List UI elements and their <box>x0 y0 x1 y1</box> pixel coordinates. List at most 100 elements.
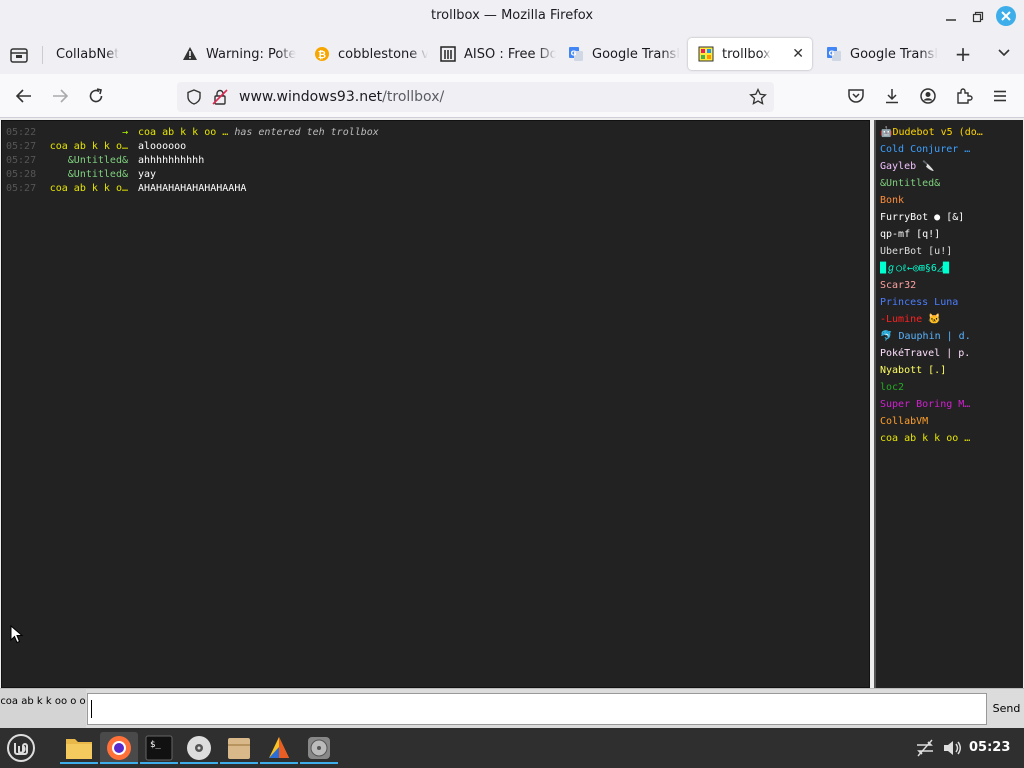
extensions-icon[interactable] <box>952 84 976 108</box>
back-icon[interactable] <box>12 84 36 108</box>
chat-log[interactable]: 05:22 → coa ab k k oo … has entered teh … <box>1 120 870 688</box>
svg-text:G: G <box>571 50 577 58</box>
running-indicator <box>300 762 338 764</box>
user-list-item[interactable]: Scar32 <box>880 278 1020 294</box>
message-text: aloooooo <box>138 141 187 152</box>
files-folder-icon[interactable] <box>60 732 98 764</box>
forward-icon[interactable] <box>48 84 72 108</box>
send-button[interactable]: Send <box>989 693 1024 725</box>
network-icon[interactable] <box>912 732 938 764</box>
close-tab-icon[interactable]: ✕ <box>792 46 804 62</box>
user-list-item[interactable]: █ℊ○ℓ←◎⊞§6◿█ <box>880 261 1020 277</box>
tab-label: Google Transl <box>850 46 938 62</box>
window-titlebar: trollbox — Mozilla Firefox <box>0 0 1024 34</box>
taskbar: $_ 05:23 <box>0 728 1024 768</box>
tab-cobblestone[interactable]: ₿ cobblestone v <box>304 38 428 70</box>
message-nick[interactable]: &Untitled& <box>46 154 128 168</box>
tab-separator <box>42 46 43 64</box>
volume-icon[interactable] <box>940 732 964 764</box>
tab-label: trollbox <box>722 46 771 62</box>
message-nick[interactable]: coa ab k k o… <box>46 140 128 154</box>
archive-manager-icon[interactable] <box>220 732 258 764</box>
menu-icon[interactable] <box>988 84 1012 108</box>
url-path: /trollbox/ <box>382 89 445 105</box>
archive-icon <box>440 46 456 62</box>
clock[interactable]: 05:23 <box>969 740 1010 755</box>
tab-google-translate[interactable]: G Google Transl <box>558 38 682 70</box>
message-time: 05:27 <box>6 155 37 166</box>
firefox-icon[interactable] <box>100 732 138 764</box>
user-list-item[interactable]: Cold Conjurer … <box>880 142 1020 158</box>
mint-menu-icon[interactable] <box>5 732 37 764</box>
disk-utility-icon[interactable] <box>300 732 338 764</box>
tab-google-translate-2[interactable]: G Google Transl <box>816 38 940 70</box>
google-translate-icon: G <box>826 46 842 62</box>
running-indicator <box>140 762 178 764</box>
message-nick[interactable]: &Untitled& <box>46 168 128 182</box>
minimize-icon[interactable] <box>940 6 962 28</box>
message-nick: → <box>121 127 128 138</box>
running-indicator <box>100 762 138 764</box>
user-list-item[interactable]: Super Boring M… <box>880 397 1020 413</box>
user-list-item[interactable]: Gayleb 🔪 <box>880 159 1020 175</box>
running-indicator <box>60 762 98 764</box>
user-list: 🤖Dudebot v5 (do… Cold Conjurer … Gayleb … <box>874 120 1023 688</box>
tab-strip: CollabNet Warning: Pote ₿ cobblestone v … <box>0 34 1024 74</box>
restore-icon[interactable] <box>967 6 989 28</box>
page-content: 05:22 → coa ab k k oo … has entered teh … <box>0 118 1024 729</box>
self-nickname-button[interactable]: coa ab k k oo o o <box>0 689 86 729</box>
terminal-icon[interactable]: $_ <box>140 732 178 764</box>
google-translate-icon: G <box>568 46 584 62</box>
new-tab-icon[interactable]: + <box>952 44 974 66</box>
account-icon[interactable] <box>916 84 940 108</box>
message-nick[interactable]: coa ab k k o… <box>46 182 128 196</box>
user-list-item[interactable]: &Untitled& <box>880 176 1020 192</box>
url-text: www.windows93.net/trollbox/ <box>239 89 444 105</box>
user-list-item[interactable]: UberBot [u!] <box>880 244 1020 260</box>
user-list-item[interactable]: CollabVM <box>880 414 1020 430</box>
trollbox-icon <box>698 46 714 62</box>
running-indicator <box>220 762 258 764</box>
tab-aiso[interactable]: AISO : Free Do <box>430 38 556 70</box>
svg-text:₿: ₿ <box>318 49 326 61</box>
user-list-item[interactable]: 🤖Dudebot v5 (do… <box>880 125 1020 141</box>
bitcoin-icon: ₿ <box>314 46 330 62</box>
svg-text:G: G <box>829 50 835 58</box>
message-time: 05:27 <box>6 141 37 152</box>
user-list-item[interactable]: Princess Luna <box>880 295 1020 311</box>
tab-collabnet[interactable]: CollabNet <box>46 38 166 70</box>
user-list-item[interactable]: qp-mf [q!] <box>880 227 1020 243</box>
media-disc-icon[interactable] <box>180 732 218 764</box>
message-text: coa ab k k oo … has entered teh trollbox <box>138 126 379 140</box>
running-indicator <box>260 762 298 764</box>
url-bar[interactable]: www.windows93.net/trollbox/ <box>177 82 774 112</box>
downloads-icon[interactable] <box>880 84 904 108</box>
tab-label: cobblestone v <box>338 46 428 62</box>
warning-icon <box>182 46 198 62</box>
message-time: 05:27 <box>6 183 37 194</box>
tab-warning[interactable]: Warning: Pote <box>172 38 296 70</box>
user-list-item[interactable]: coa ab k k oo … <box>880 431 1020 447</box>
chevron-down-icon[interactable] <box>994 44 1014 66</box>
bookmark-star-icon[interactable] <box>749 87 767 110</box>
libreoffice-impress-icon[interactable] <box>260 732 298 764</box>
user-list-item[interactable]: -Lumine 🐱 <box>880 312 1020 328</box>
user-list-item[interactable]: Nyabott [.] <box>880 363 1020 379</box>
window-close-icon[interactable] <box>996 6 1016 26</box>
user-list-item[interactable]: Bonk <box>880 193 1020 209</box>
insecure-lock-icon[interactable] <box>211 88 229 110</box>
user-list-item[interactable]: PokéTravel | p. <box>880 346 1020 362</box>
tracking-protection-icon[interactable] <box>185 88 203 110</box>
message-input[interactable] <box>87 693 987 725</box>
firefox-view-icon[interactable] <box>8 44 30 66</box>
user-list-item[interactable]: 🐬 Dauphin | d. <box>880 329 1020 345</box>
reload-icon[interactable] <box>84 84 108 108</box>
user-list-item[interactable]: loc2 <box>880 380 1020 396</box>
message-time: 05:22 <box>6 127 37 138</box>
user-list-item[interactable]: FurryBot ● [&] <box>880 210 1020 226</box>
pocket-icon[interactable] <box>844 84 868 108</box>
url-host: www.windows93.net <box>239 89 383 105</box>
tab-trollbox[interactable]: trollbox ✕ <box>688 38 812 70</box>
tab-label: Warning: Pote <box>206 46 296 62</box>
tab-label: CollabNet <box>56 46 120 62</box>
